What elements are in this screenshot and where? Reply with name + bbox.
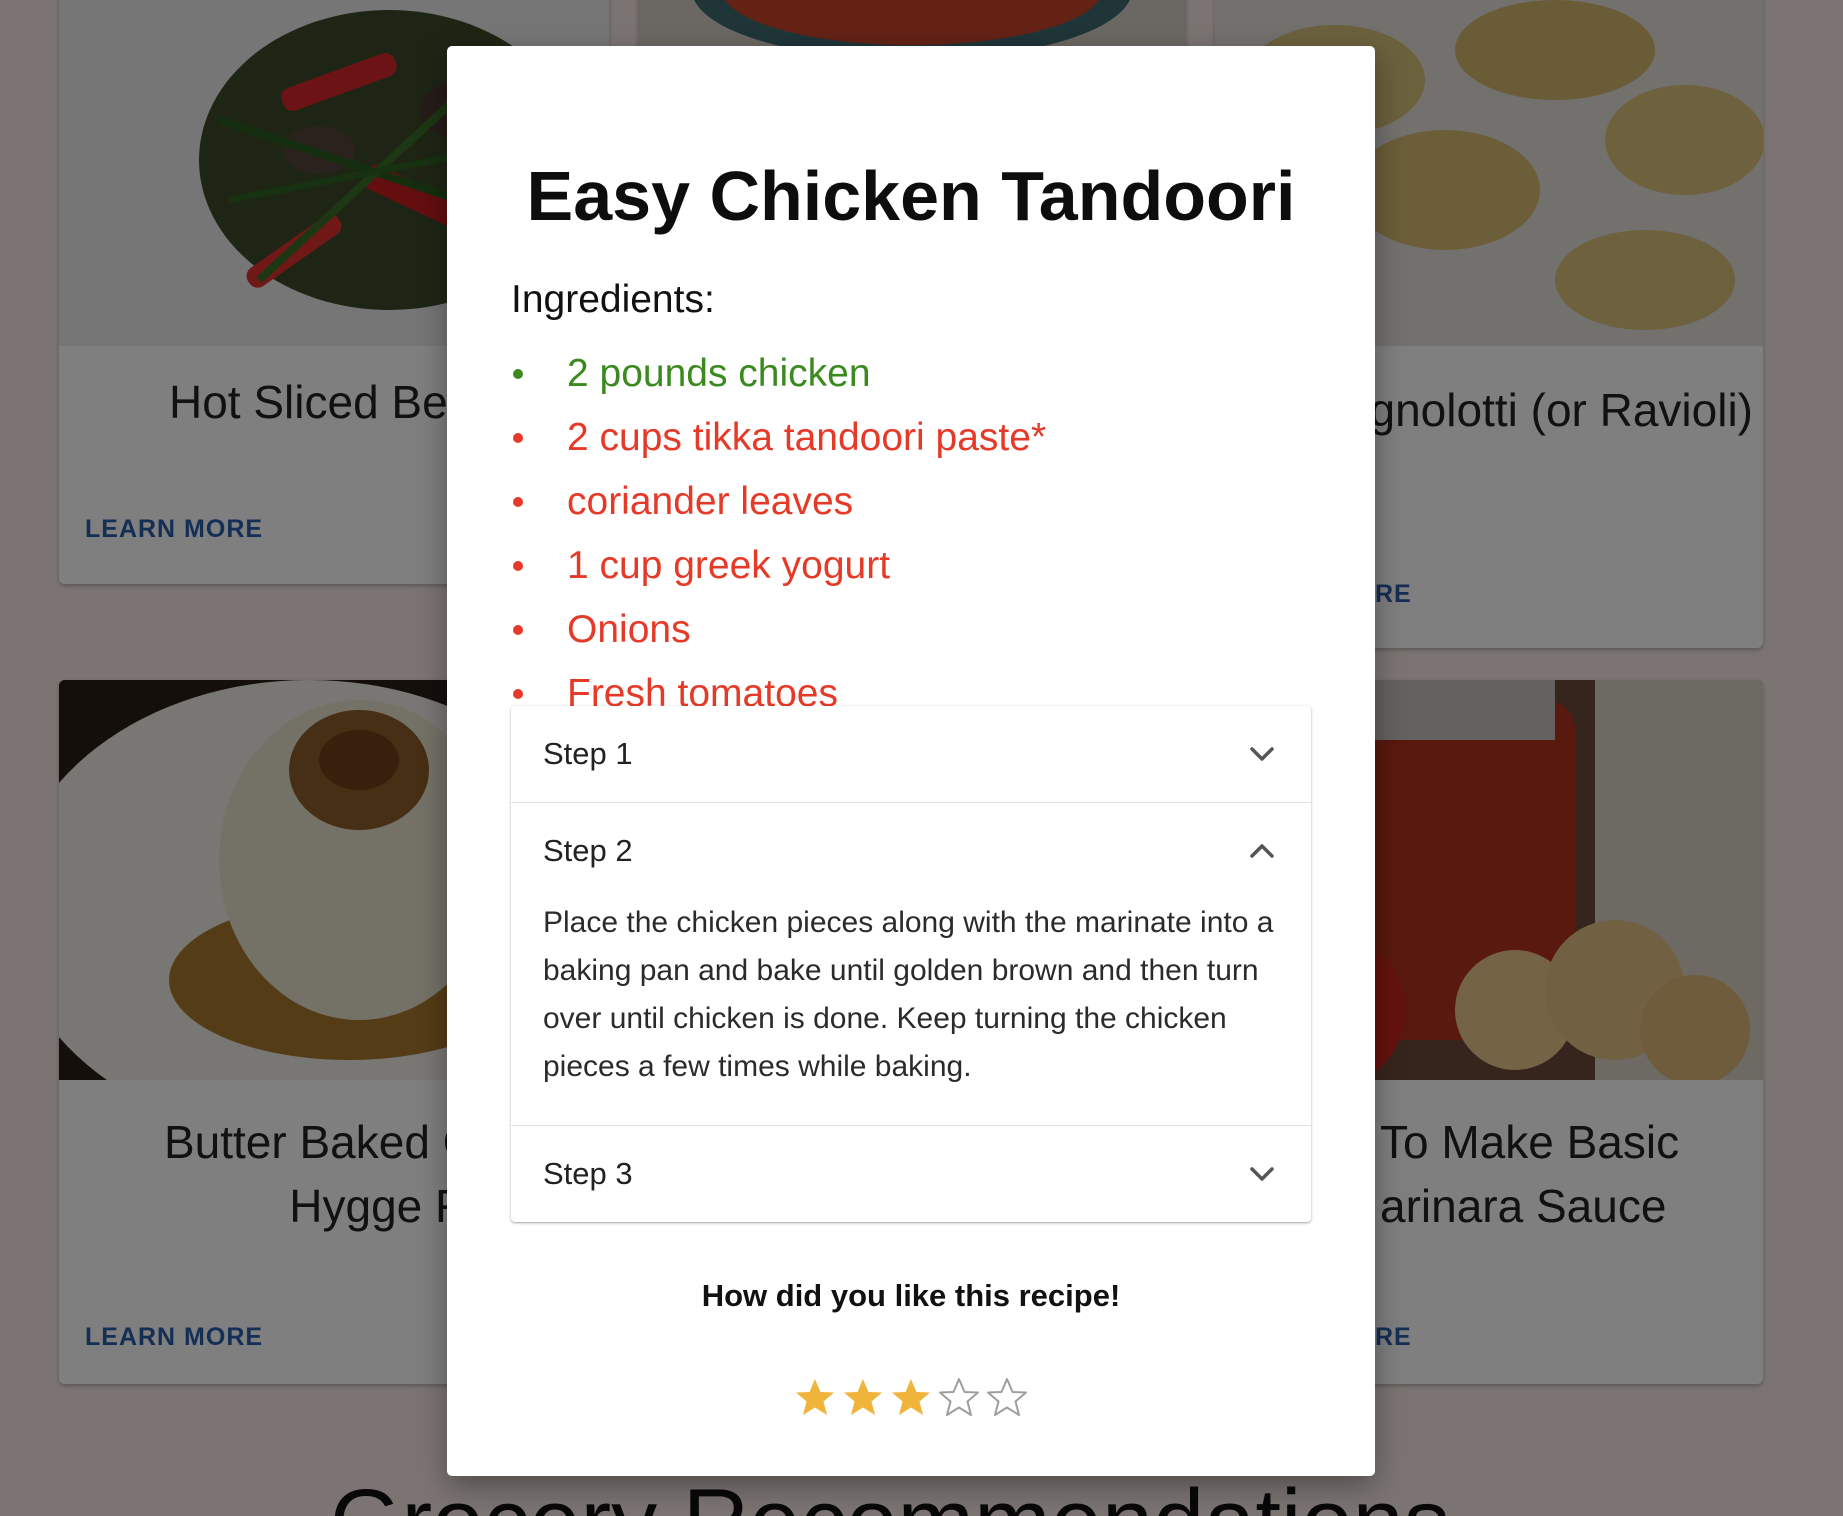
recipe-title: Easy Chicken Tandoori bbox=[526, 157, 1296, 235]
star-empty-icon[interactable] bbox=[985, 1376, 1029, 1420]
steps-accordion: Step 1 Step 2 Place the chicken pieces a… bbox=[511, 706, 1311, 1222]
bullet-icon bbox=[513, 433, 523, 443]
step-2-header[interactable]: Step 2 bbox=[511, 803, 1311, 899]
step-3-panel: Step 3 bbox=[511, 1126, 1311, 1222]
ingredient-text: 2 pounds chicken bbox=[567, 352, 871, 395]
recipe-modal: Easy Chicken Tandoori Ingredients: 2 pou… bbox=[447, 46, 1375, 1476]
ingredient-item: coriander leaves bbox=[511, 470, 1046, 534]
chevron-up-icon[interactable] bbox=[1245, 834, 1279, 868]
ingredient-text: 2 cups tikka tandoori paste* bbox=[567, 416, 1047, 459]
step-label: Step 1 bbox=[543, 736, 633, 771]
star-empty-icon[interactable] bbox=[937, 1376, 981, 1420]
step-2-panel: Step 2 Place the chicken pieces along wi… bbox=[511, 803, 1311, 1126]
star-filled-icon[interactable] bbox=[793, 1376, 837, 1420]
step-3-header[interactable]: Step 3 bbox=[511, 1126, 1311, 1222]
ingredient-text: Onions bbox=[567, 608, 691, 651]
bullet-icon bbox=[513, 497, 523, 507]
star-filled-icon[interactable] bbox=[841, 1376, 885, 1420]
star-filled-icon[interactable] bbox=[889, 1376, 933, 1420]
step-label: Step 3 bbox=[543, 1156, 633, 1191]
ingredient-item: Onions bbox=[511, 598, 1046, 662]
bullet-icon bbox=[513, 369, 523, 379]
bullet-icon bbox=[513, 561, 523, 571]
step-label: Step 2 bbox=[543, 833, 633, 868]
bullet-icon bbox=[513, 625, 523, 635]
ingredient-item: 2 cups tikka tandoori paste* bbox=[511, 406, 1046, 470]
ingredient-text: coriander leaves bbox=[567, 480, 854, 523]
step-1-panel: Step 1 bbox=[511, 706, 1311, 803]
ingredient-text: 1 cup greek yogurt bbox=[567, 544, 891, 587]
star-rating[interactable] bbox=[447, 1376, 1375, 1420]
chevron-down-icon[interactable] bbox=[1245, 1157, 1279, 1191]
ingredient-item: 1 cup greek yogurt bbox=[511, 534, 1046, 598]
ingredient-list: 2 pounds chicken 2 cups tikka tandoori p… bbox=[511, 342, 1046, 726]
ingredient-item: 2 pounds chicken bbox=[511, 342, 1046, 406]
ingredients-label: Ingredients: bbox=[511, 278, 715, 321]
step-2-description: Place the chicken pieces along with the … bbox=[543, 906, 1274, 1083]
chevron-down-icon[interactable] bbox=[1245, 737, 1279, 771]
bullet-icon bbox=[513, 689, 523, 699]
step-1-header[interactable]: Step 1 bbox=[511, 706, 1311, 802]
rating-prompt: How did you like this recipe! bbox=[701, 1278, 1121, 1313]
